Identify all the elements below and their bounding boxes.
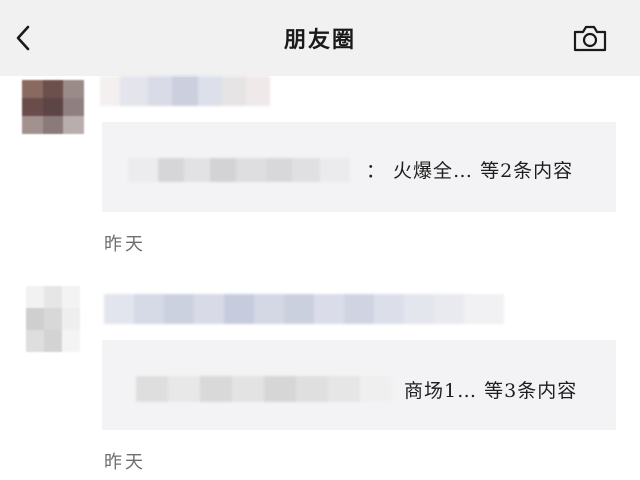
nav-bar: 朋友圈 [0,0,640,76]
post-time: 昨天 [104,452,146,473]
shared-link-card[interactable]: ： 火爆全… 等2条内容 [102,122,616,212]
username-redacted[interactable] [104,294,504,324]
link-summary-text: ： 火爆全… 等2条内容 [366,160,574,182]
page-title: 朋友圈 [283,28,356,53]
post-time: 昨天 [104,234,146,255]
camera-button[interactable] [572,23,608,53]
camera-icon [573,25,607,52]
avatar[interactable] [22,80,84,134]
avatar[interactable] [26,286,80,352]
shared-link-card[interactable]: 商场1… 等3条内容 [102,340,616,430]
link-summary-text: 商场1… 等3条内容 [404,380,578,402]
username-redacted[interactable] [100,76,270,106]
link-title-redacted [136,376,392,402]
link-title-redacted [128,158,350,182]
